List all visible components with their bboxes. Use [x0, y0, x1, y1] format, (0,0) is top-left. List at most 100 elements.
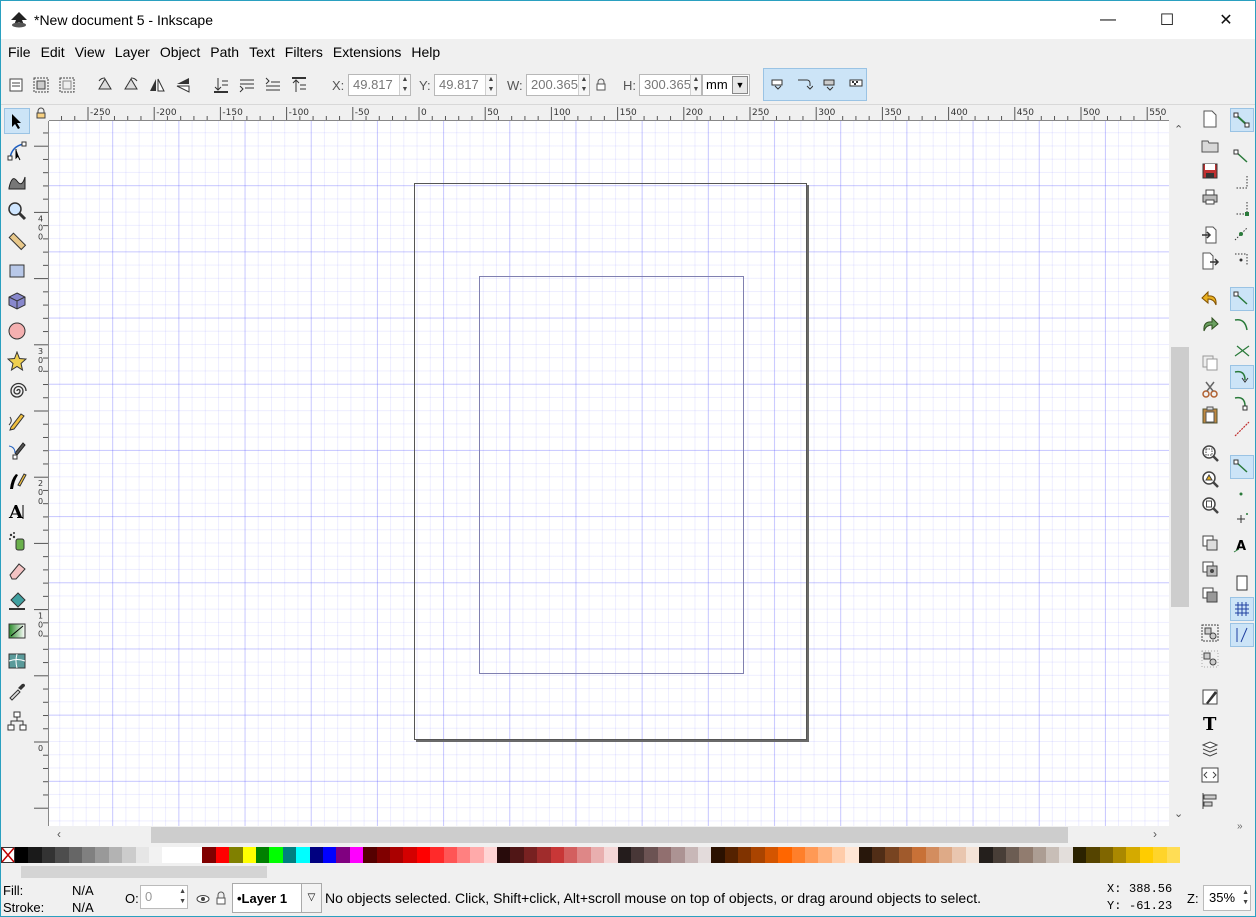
color-swatch[interactable]: [322, 847, 337, 863]
current-layer-select[interactable]: •Layer 1 ▽: [232, 883, 322, 913]
lower-to-bottom-icon[interactable]: [211, 75, 231, 95]
snap-paths-button[interactable]: [1230, 313, 1254, 337]
3dbox-tool[interactable]: [4, 288, 30, 314]
w-input[interactable]: 200.365 ▲ ▼: [526, 74, 590, 96]
color-swatch[interactable]: [791, 847, 806, 863]
horizontal-scrollbar[interactable]: ‹ ›: [49, 826, 1169, 844]
color-swatch[interactable]: [122, 847, 136, 863]
h-spin-arrows[interactable]: ▲ ▼: [690, 75, 701, 95]
color-swatch[interactable]: [1086, 847, 1100, 863]
spiral-tool[interactable]: [4, 378, 30, 404]
color-swatch[interactable]: [497, 847, 511, 863]
import-icon[interactable]: [1200, 225, 1220, 245]
snap-cusp-button[interactable]: [1230, 365, 1254, 389]
color-swatch[interactable]: [992, 847, 1006, 863]
color-swatch[interactable]: [711, 847, 725, 863]
fill-stroke-icon[interactable]: [1200, 687, 1220, 707]
color-swatch[interactable]: [1166, 847, 1180, 863]
snap-guides-button[interactable]: [1230, 623, 1254, 647]
color-swatch[interactable]: [1113, 847, 1127, 863]
color-swatch[interactable]: [697, 847, 712, 863]
flip-horizontal-icon[interactable]: [147, 75, 167, 95]
menu-extensions[interactable]: Extensions: [328, 44, 406, 60]
vertical-scrollbar[interactable]: ⌃ ⌄: [1169, 121, 1191, 826]
horizontal-ruler[interactable]: -250 -200 -150 -100 -50 0 50 100 150 200 250 300 350…: [49, 105, 1169, 121]
color-swatch[interactable]: [738, 847, 752, 863]
y-input[interactable]: 49.817 ▲ ▼: [434, 74, 497, 96]
color-swatch[interactable]: [41, 847, 56, 863]
color-swatch[interactable]: [657, 847, 672, 863]
color-swatch[interactable]: [965, 847, 980, 863]
minimize-button[interactable]: —: [1079, 1, 1137, 39]
menu-view[interactable]: View: [70, 44, 110, 60]
color-swatch[interactable]: [1059, 847, 1073, 863]
snap-smooth-button[interactable]: [1230, 391, 1254, 415]
color-swatch[interactable]: [590, 847, 605, 863]
rectangle-tool[interactable]: [4, 258, 30, 284]
align-distribute-icon[interactable]: [1200, 791, 1220, 811]
opacity-spin-arrows[interactable]: ▲ ▼: [179, 887, 186, 907]
color-swatch[interactable]: [81, 847, 96, 863]
color-swatch[interactable]: [818, 847, 832, 863]
lower-icon[interactable]: [237, 75, 257, 95]
color-swatch[interactable]: [108, 847, 123, 863]
new-document-icon[interactable]: [1200, 109, 1220, 129]
copy-icon[interactable]: [1200, 353, 1220, 373]
dropper-tool[interactable]: [4, 678, 30, 704]
snap-bbox-midpoint-button[interactable]: [1230, 223, 1254, 247]
scroll-down-icon[interactable]: ⌄: [1174, 807, 1183, 820]
color-swatch[interactable]: [751, 847, 765, 863]
measure-tool[interactable]: [4, 228, 30, 254]
undo-icon[interactable]: [1200, 289, 1220, 309]
close-button[interactable]: ✕: [1197, 1, 1255, 39]
color-swatch[interactable]: [403, 847, 417, 863]
rotate-ccw-icon[interactable]: [95, 75, 115, 95]
color-swatch[interactable]: [724, 847, 739, 863]
snap-object-center-button[interactable]: [1230, 481, 1254, 505]
eraser-tool[interactable]: [4, 558, 30, 584]
color-swatch[interactable]: [256, 847, 270, 863]
snap-bbox-corner-button[interactable]: [1230, 197, 1254, 221]
snap-grid-button[interactable]: [1230, 597, 1254, 621]
export-icon[interactable]: [1200, 251, 1220, 271]
scroll-left-icon[interactable]: ‹: [57, 827, 61, 841]
color-swatch[interactable]: [1072, 847, 1087, 863]
color-swatch[interactable]: [470, 847, 484, 863]
scale-corners-icon[interactable]: [795, 76, 813, 94]
color-swatch[interactable]: [1046, 847, 1060, 863]
node-tool[interactable]: [4, 138, 30, 164]
xml-editor-icon[interactable]: [1200, 765, 1220, 785]
color-swatch[interactable]: [309, 847, 323, 863]
color-swatch[interactable]: [671, 847, 685, 863]
color-swatch[interactable]: [550, 847, 565, 863]
color-swatch[interactable]: [416, 847, 431, 863]
color-swatch[interactable]: [296, 847, 310, 863]
save-icon[interactable]: [1200, 161, 1220, 181]
text-font-icon[interactable]: T: [1200, 713, 1220, 733]
vertical-scroll-thumb[interactable]: [1171, 347, 1189, 607]
color-swatch[interactable]: [443, 847, 457, 863]
color-swatch[interactable]: [269, 847, 283, 863]
menu-path[interactable]: Path: [205, 44, 244, 60]
color-swatch[interactable]: [148, 847, 163, 863]
paste-icon[interactable]: [1200, 405, 1220, 425]
snap-midpoints-button[interactable]: [1230, 417, 1254, 441]
menu-filters[interactable]: Filters: [280, 44, 328, 60]
snap-nodes-button[interactable]: [1230, 287, 1254, 311]
horizontal-scroll-thumb[interactable]: [151, 827, 1068, 843]
color-swatch[interactable]: [684, 847, 698, 863]
snap-toggle-button[interactable]: [1230, 108, 1254, 132]
color-swatch[interactable]: [523, 847, 538, 863]
calligraphy-tool[interactable]: [4, 468, 30, 494]
color-swatch[interactable]: [925, 847, 939, 863]
text-tool[interactable]: A: [4, 498, 30, 524]
color-swatch[interactable]: [938, 847, 953, 863]
connector-tool[interactable]: [4, 708, 30, 734]
scale-stroke-icon[interactable]: [769, 76, 787, 94]
layers-icon[interactable]: [1200, 739, 1220, 759]
menu-help[interactable]: Help: [406, 44, 445, 60]
color-swatch[interactable]: [189, 847, 203, 863]
color-swatch[interactable]: [644, 847, 658, 863]
move-patterns-icon[interactable]: [847, 76, 865, 94]
color-swatch[interactable]: [831, 847, 846, 863]
